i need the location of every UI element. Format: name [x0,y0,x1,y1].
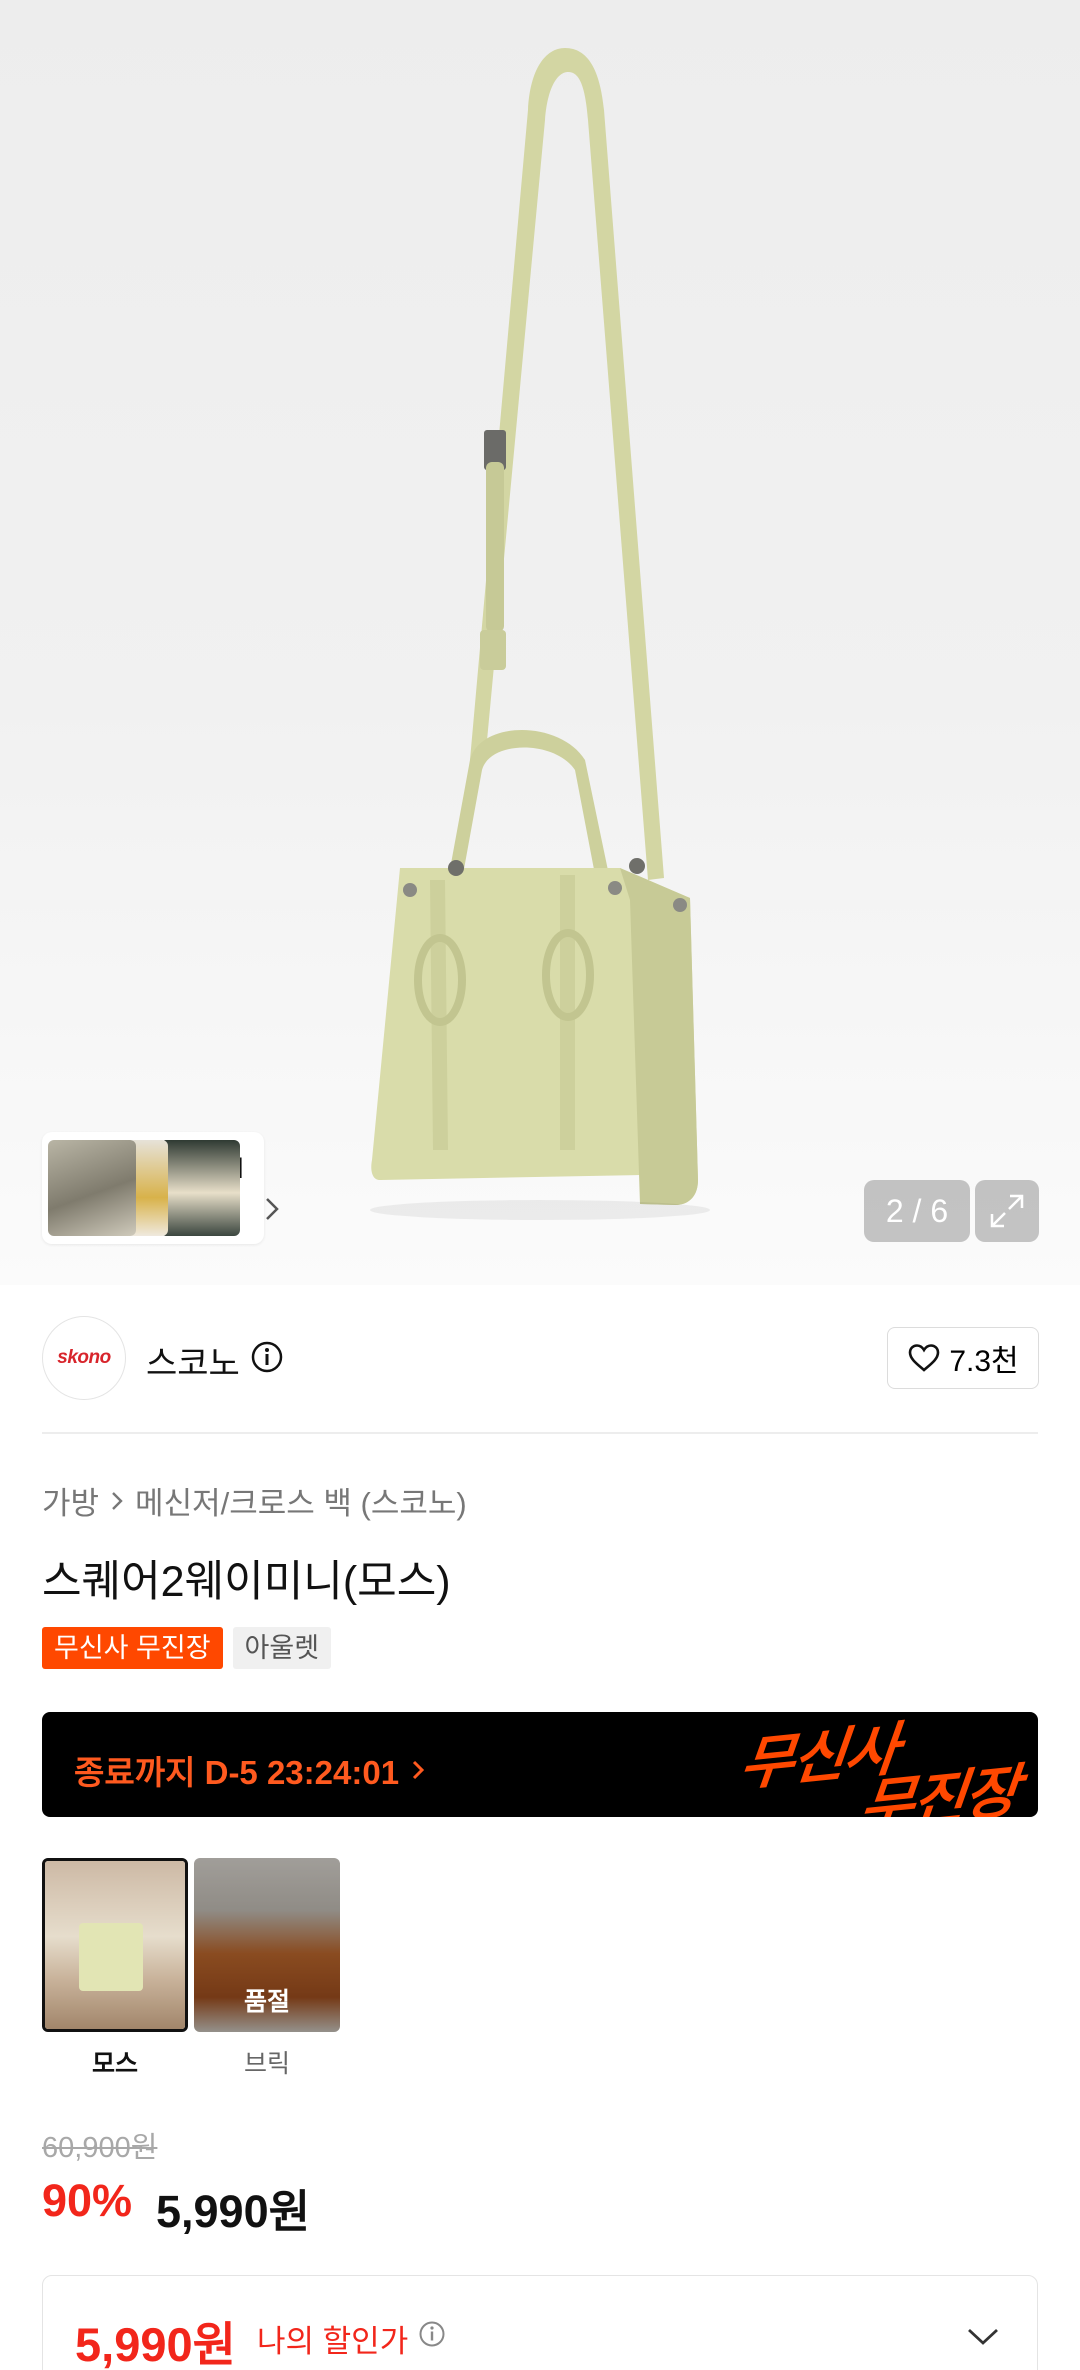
like-count: 7.3천 [949,1345,1019,1378]
promo-banner[interactable]: 종료까지 D-5 23:24:01 무신사 무진장 [42,1712,1038,1817]
tag-row: 무신사 무진장 아울렛 [42,1627,332,1669]
original-price: 60,900원 [42,2132,158,2164]
chevron-down-icon[interactable] [965,2326,1001,2348]
ai-similar-card[interactable]: AI [42,1132,279,1244]
soldout-label: 품절 [243,1988,290,2016]
image-counter: 2 / 6 [864,1180,970,1242]
product-image-gallery[interactable]: AI 2 / 6 [0,0,1080,1285]
tag-musinsa-mujinjang: 무신사 무진장 [42,1627,223,1669]
expand-icon [990,1194,1024,1228]
chevron-right-icon [112,1491,123,1510]
soldout-overlay: 품절 [194,1858,340,2032]
breadcrumb-category[interactable]: 가방 [42,1478,99,1523]
tag-outlet: 아울렛 [232,1627,332,1669]
option-label: 브릭 [243,2050,290,2078]
option-label: 모스 [91,2050,138,2078]
option-moss[interactable] [42,1858,188,2032]
option-brick[interactable]: 품절 [194,1858,340,2032]
brand-logo[interactable]: skono [42,1316,126,1400]
my-price-value: 5,990원 [75,2318,236,2370]
divider [42,1432,1038,1434]
countdown: 종료까지 D-5 23:24:01 [74,1746,425,1794]
info-icon[interactable] [418,2320,446,2348]
expand-button[interactable] [975,1180,1039,1242]
ai-thumbnail [160,1140,240,1236]
info-icon[interactable] [250,1340,284,1374]
countdown-text: 종료까지 D-5 23:24:01 [74,1754,400,1791]
ai-thumbnail [48,1140,136,1236]
breadcrumb: 가방 메신저/크로스 백 (스코노) [42,1478,467,1523]
product-photo [370,48,710,1220]
sale-price: 5,990원 [156,2186,311,2237]
product-title: 스퀘어2웨이미니(모스) [42,1558,451,1606]
chevron-right-icon [413,1760,425,1780]
like-button[interactable]: 7.3천 [887,1327,1039,1389]
option-bag-shape [79,1923,143,1991]
my-price-panel[interactable]: 5,990원 나의 할인가 [42,2275,1038,2370]
breadcrumb-subcategory[interactable]: 메신저/크로스 백 (스코노) [135,1478,467,1523]
discount-rate: 90% [42,2175,133,2226]
brand-name[interactable]: 스코노 [146,1336,240,1385]
my-price-label: 나의 할인가 [257,2324,409,2359]
chevron-right-icon [266,1198,279,1220]
heart-icon [909,1344,940,1372]
